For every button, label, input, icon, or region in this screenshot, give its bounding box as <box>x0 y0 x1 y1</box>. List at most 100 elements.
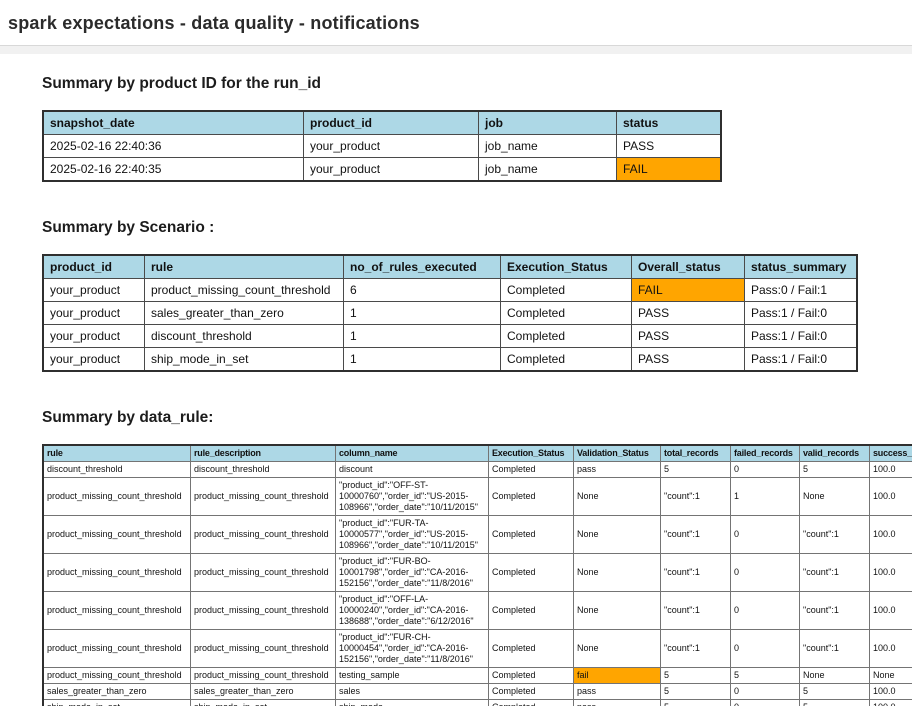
table-cell: 0 <box>730 461 800 478</box>
table-cell: product_missing_count_threshold <box>190 477 336 516</box>
table-cell: 100.0 <box>869 461 912 478</box>
table-cell: sales_greater_than_zero <box>42 683 191 700</box>
table-cell: "product_id":"FUR-TA-10000577","order_id… <box>335 515 489 554</box>
table-row: your_product product_missing_count_thresh… <box>42 278 858 302</box>
column-header: status <box>616 110 722 135</box>
notification-body: Summary by product ID for the run_id sna… <box>0 75 912 706</box>
table-row: product_missing_count_threshold product_m… <box>42 515 912 554</box>
table-cell: Pass:1 / Fail:0 <box>744 301 858 325</box>
column-header: Validation_Status <box>573 444 661 462</box>
table-cell: Completed <box>488 461 574 478</box>
table-cell: product_missing_count_threshold <box>42 515 191 554</box>
table-cell: your_product <box>303 157 479 182</box>
header-divider <box>0 45 912 54</box>
table-cell: 5 <box>799 683 870 700</box>
table-cell: "count":1 <box>660 515 731 554</box>
table-cell: 0 <box>730 591 800 630</box>
table-cell: ship_mode_in_set <box>42 699 191 706</box>
scenario-summary-table: product_id rule no_of_rules_executed Execut… <box>42 254 858 372</box>
column-header: no_of_rules_executed <box>343 254 501 279</box>
table-cell: product_missing_count_threshold <box>42 477 191 516</box>
table-row: product_missing_count_threshold product_m… <box>42 553 912 592</box>
table-cell: your_product <box>303 134 479 158</box>
table-cell: FAIL <box>616 157 722 182</box>
table-cell: 5 <box>660 683 731 700</box>
table-cell: "product_id":"OFF-LA-10000240","order_id… <box>335 591 489 630</box>
table-cell: 5 <box>660 667 731 684</box>
table-cell: job_name <box>478 157 617 182</box>
table-cell: 100.0 <box>869 553 912 592</box>
table-cell: 100.0 <box>869 591 912 630</box>
table-row: your_product discount_threshold 1 Completed… <box>42 324 858 348</box>
table-cell: 5 <box>799 461 870 478</box>
table-cell: None <box>799 477 870 516</box>
table-cell: "count":1 <box>660 477 731 516</box>
table-cell: product_missing_count_threshold <box>190 591 336 630</box>
table-cell: None <box>573 515 661 554</box>
table-cell: "count":1 <box>799 553 870 592</box>
column-header: product_id <box>42 254 145 279</box>
table-cell: 1 <box>730 477 800 516</box>
table-cell: 100.0 <box>869 699 912 706</box>
table-cell: Completed <box>500 278 632 302</box>
table-cell: PASS <box>631 347 745 372</box>
table-cell: product_missing_count_threshold <box>144 278 344 302</box>
table-cell: Completed <box>488 553 574 592</box>
table-cell: "product_id":"OFF-ST-10000760","order_id… <box>335 477 489 516</box>
product-summary-table: snapshot_date product_id job status 2025-02… <box>42 110 722 182</box>
table-cell: 2025-02-16 22:40:36 <box>42 134 304 158</box>
table-cell: discount_threshold <box>42 461 191 478</box>
table-cell: Completed <box>488 515 574 554</box>
table-row: product_missing_count_threshold product_m… <box>42 591 912 630</box>
table-cell: 2025-02-16 22:40:35 <box>42 157 304 182</box>
section-data-rule-summary: Summary by data_rule: rule rule_descripti… <box>42 409 912 706</box>
table-cell: product_missing_count_threshold <box>190 629 336 668</box>
table-cell: Completed <box>488 667 574 684</box>
table-cell: 1 <box>343 301 501 325</box>
table-cell: discount_threshold <box>190 461 336 478</box>
table-header: snapshot_date product_id job status <box>42 110 722 135</box>
table-cell: pass <box>573 461 661 478</box>
table-cell: 0 <box>730 515 800 554</box>
table-cell: 100.0 <box>869 683 912 700</box>
table-cell: product_missing_count_threshold <box>190 553 336 592</box>
table-cell: 5 <box>660 461 731 478</box>
table-cell: 100.0 <box>869 515 912 554</box>
column-header: rule <box>42 444 191 462</box>
table-cell: None <box>573 629 661 668</box>
table-row: product_missing_count_threshold product_m… <box>42 477 912 516</box>
column-header: Overall_status <box>631 254 745 279</box>
table-row: 2025-02-16 22:40:36 your_product job_name P… <box>42 134 722 158</box>
table-row: sales_greater_than_zero sales_greater_tha… <box>42 683 912 700</box>
table-cell: "count":1 <box>799 515 870 554</box>
table-cell: "count":1 <box>660 591 731 630</box>
table-cell: Pass:1 / Fail:0 <box>744 324 858 348</box>
table-cell: job_name <box>478 134 617 158</box>
table-row: your_product sales_greater_than_zero 1 Comp… <box>42 301 858 325</box>
table-cell: product_missing_count_threshold <box>42 591 191 630</box>
column-header: rule <box>144 254 344 279</box>
table-cell: None <box>573 553 661 592</box>
table-cell: discount_threshold <box>144 324 344 348</box>
column-header: valid_records <box>799 444 870 462</box>
table-cell: 100.0 <box>869 477 912 516</box>
column-header: Execution_Status <box>488 444 574 462</box>
table-cell: product_missing_count_threshold <box>42 629 191 668</box>
table-cell: your_product <box>42 324 145 348</box>
table-cell: your_product <box>42 278 145 302</box>
table-cell: pass <box>573 699 661 706</box>
table-cell: product_missing_count_threshold <box>190 667 336 684</box>
table-cell: Pass:1 / Fail:0 <box>744 347 858 372</box>
table-cell: PASS <box>631 301 745 325</box>
table-cell: fail <box>573 667 661 684</box>
table-cell: None <box>573 477 661 516</box>
column-header: product_id <box>303 110 479 135</box>
table-cell: your_product <box>42 347 145 372</box>
table-header: rule rule_description column_name Execution… <box>42 444 912 462</box>
table-cell: 1 <box>343 324 501 348</box>
table-row: your_product ship_mode_in_set 1 Completed PA… <box>42 347 858 372</box>
table-cell: sales_greater_than_zero <box>144 301 344 325</box>
data-rule-summary-table: rule rule_description column_name Execution… <box>42 444 912 706</box>
column-header: snapshot_date <box>42 110 304 135</box>
table-cell: "product_id":"FUR-BO-10001798","order_id… <box>335 553 489 592</box>
